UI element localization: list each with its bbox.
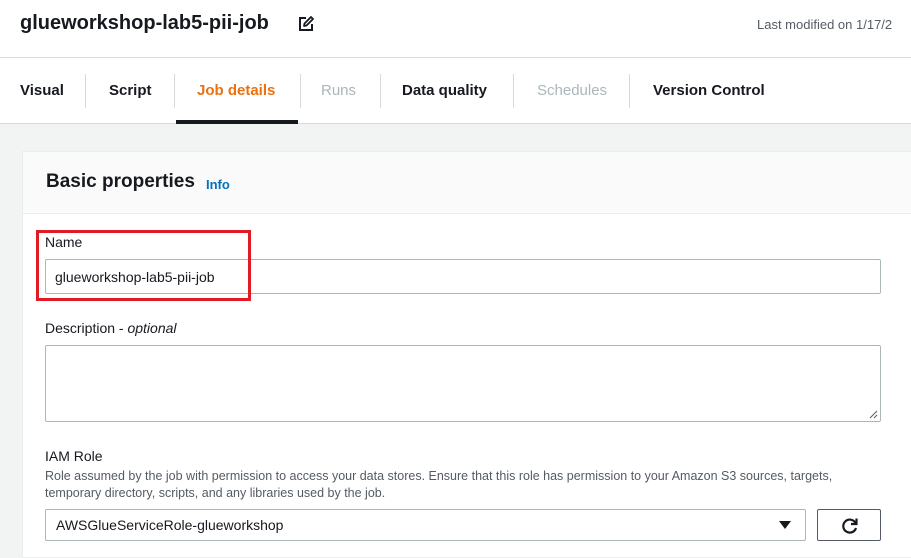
tab-divider [629,74,630,108]
job-header: glueworkshop-lab5-pii-job Last modified … [0,0,911,58]
tab-version-control[interactable]: Version Control [633,58,785,124]
iam-role-label: IAM Role [45,448,103,464]
optional-tag: optional [127,320,177,336]
refresh-icon [842,518,858,534]
info-link[interactable]: Info [206,177,230,192]
iam-role-hint: Role assumed by the job with permission … [45,469,833,500]
tab-visual[interactable]: Visual [0,58,84,124]
refresh-roles-button[interactable] [817,509,881,541]
tab-job-details[interactable]: Job details [177,58,295,124]
panel-title: Basic properties [46,171,195,192]
tab-schedules: Schedules [537,82,608,99]
name-label: Name [45,234,83,250]
job-tabs: Visual Script Job details Runs Data qual… [0,58,911,124]
description-label-text: Description - [45,320,128,336]
job-title: glueworkshop-lab5-pii-job [20,12,269,34]
tab-data-quality[interactable]: Data quality [382,58,507,124]
iam-role-selected-value: AWSGlueServiceRole-glueworkshop [56,517,284,533]
description-label: Description - optional [45,320,177,336]
description-textarea[interactable] [45,345,881,422]
iam-role-select[interactable]: AWSGlueServiceRole-glueworkshop [45,509,806,541]
resize-grip-icon[interactable] [869,410,878,419]
tab-divider [513,74,514,108]
tab-divider [380,74,381,108]
tab-divider [174,74,175,108]
tab-script[interactable]: Script [89,58,172,124]
tab-divider [85,74,86,108]
panel-header: Basic properties Info [23,152,911,214]
edit-icon[interactable] [297,15,315,33]
last-modified-text: Last modified on 1/17/2 [757,17,893,32]
caret-down-icon [779,521,791,529]
tab-runs: Runs [321,82,357,99]
name-input[interactable] [45,259,881,294]
